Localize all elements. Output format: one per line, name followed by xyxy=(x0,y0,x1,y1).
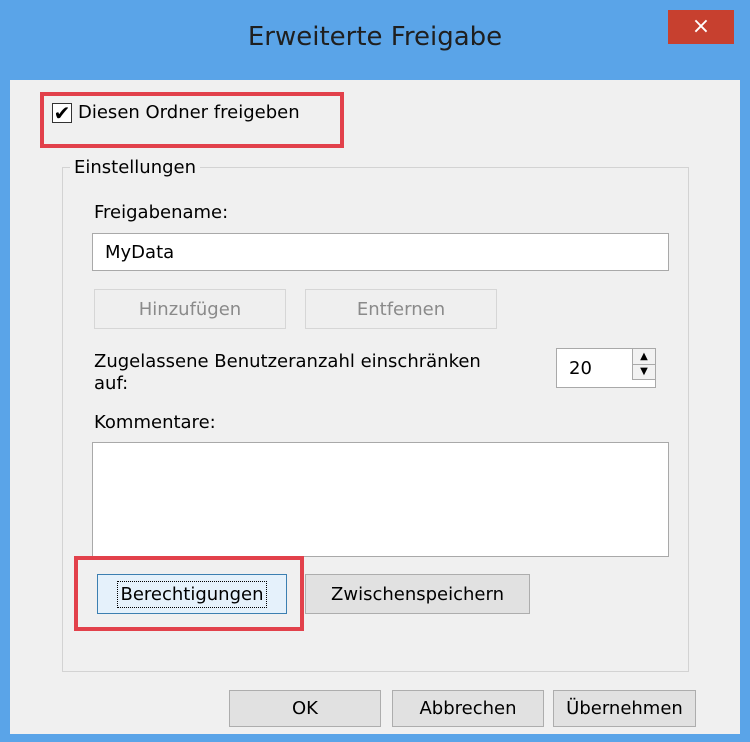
share-name-input[interactable]: MyData xyxy=(92,233,669,271)
apply-button-label: Übernehmen xyxy=(566,698,683,719)
add-button-label: Hinzufügen xyxy=(138,298,242,320)
caching-button[interactable]: Zwischenspeichern xyxy=(305,574,530,614)
comments-textarea[interactable] xyxy=(92,442,669,557)
settings-group-label: Einstellungen xyxy=(70,157,201,178)
comments-label: Kommentare: xyxy=(94,412,216,433)
user-limit-label-cont: auf: xyxy=(94,373,129,394)
share-name-label: Freigabename: xyxy=(94,202,229,223)
title-bar[interactable]: Erweiterte Freigabe × xyxy=(0,0,750,80)
cancel-button[interactable]: Abbrechen xyxy=(392,690,544,727)
ok-button[interactable]: OK xyxy=(229,690,381,727)
user-limit-spin-buttons[interactable]: ▲ ▼ xyxy=(632,348,656,380)
caching-button-label: Zwischenspeichern xyxy=(331,583,504,605)
window-title: Erweiterte Freigabe xyxy=(247,22,503,52)
cancel-button-label: Abbrechen xyxy=(419,698,517,719)
highlight-permissions-button xyxy=(74,556,304,631)
remove-button-label: Entfernen xyxy=(356,298,446,320)
add-button[interactable]: Hinzufügen xyxy=(94,289,286,329)
spin-up-icon[interactable]: ▲ xyxy=(633,349,655,365)
remove-button[interactable]: Entfernen xyxy=(305,289,497,329)
spin-down-icon[interactable]: ▼ xyxy=(633,364,655,379)
apply-button[interactable]: Übernehmen xyxy=(553,690,696,727)
ok-button-label: OK xyxy=(292,698,318,719)
user-limit-label: Zugelassene Benutzeranzahl einschränken xyxy=(94,351,481,372)
highlight-share-checkbox xyxy=(40,92,344,148)
close-icon: × xyxy=(691,14,711,39)
close-button[interactable]: × xyxy=(668,10,734,44)
